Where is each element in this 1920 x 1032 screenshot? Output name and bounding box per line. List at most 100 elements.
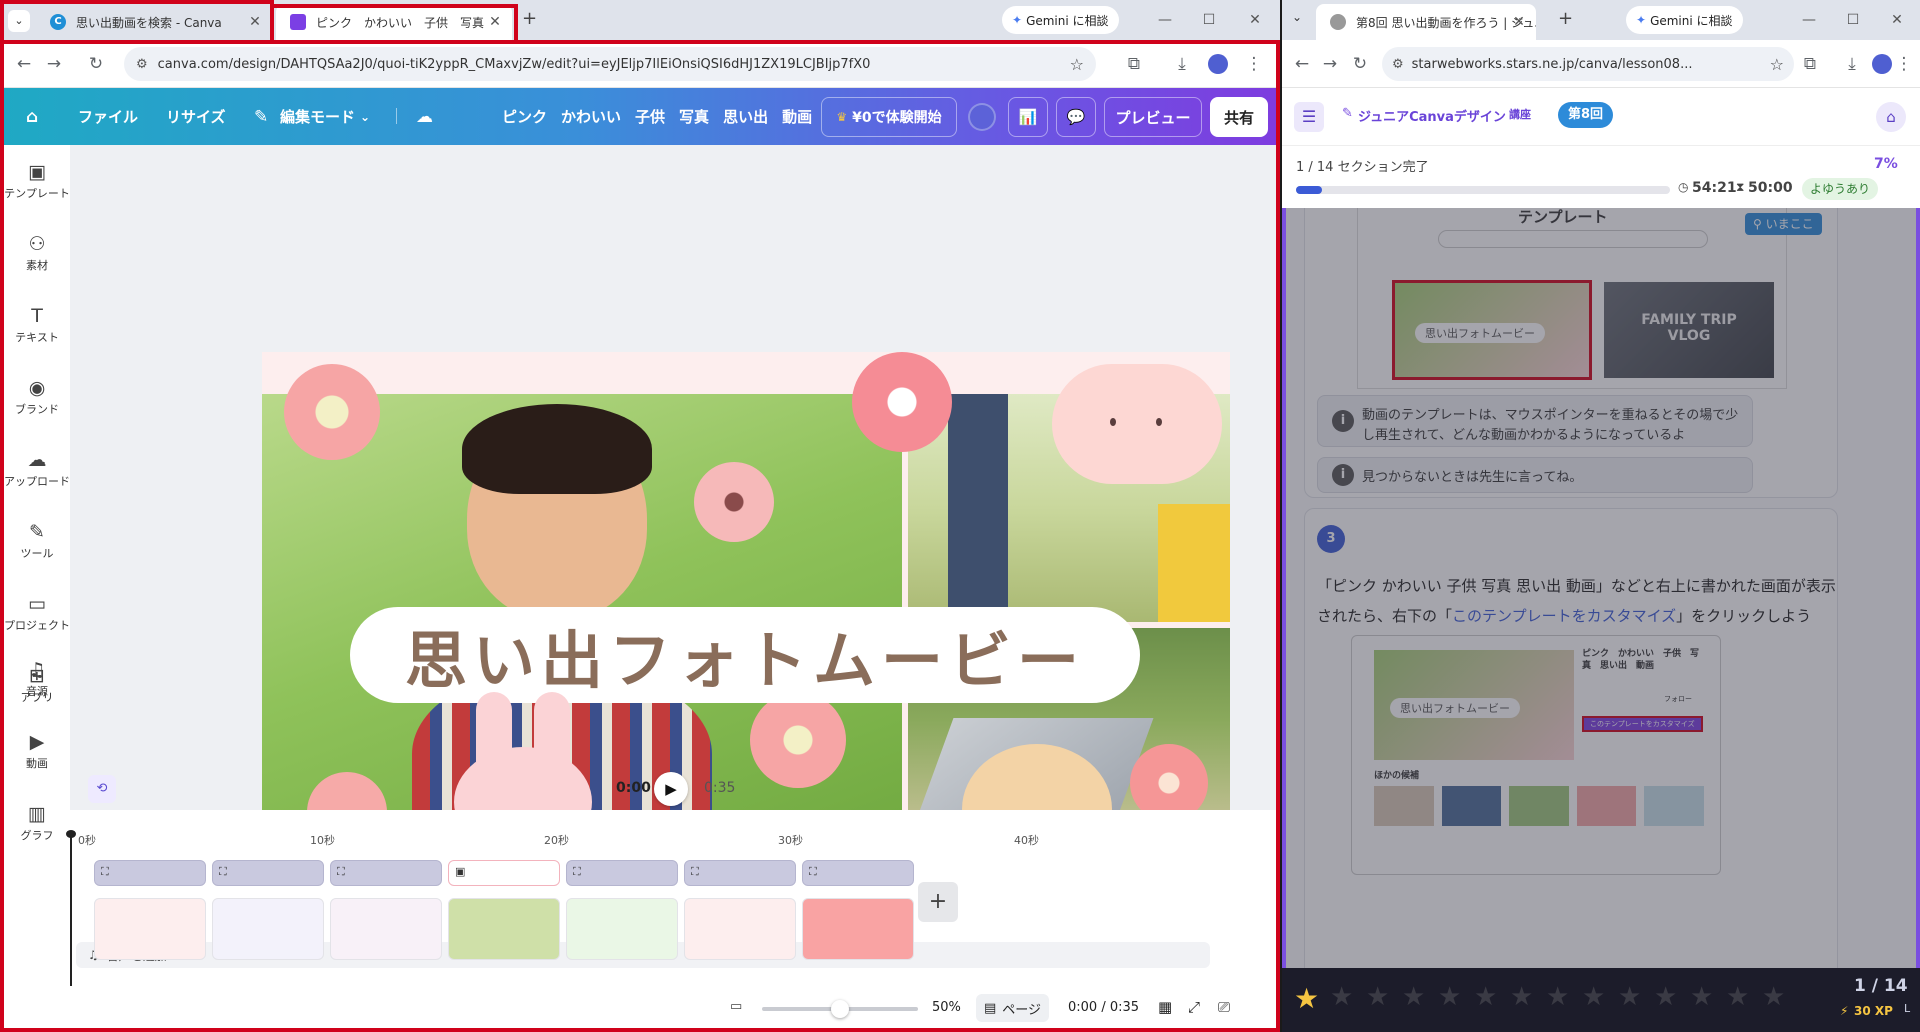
reload-icon[interactable]: ↻ — [1348, 52, 1372, 76]
zoom-slider-thumb[interactable] — [831, 1000, 849, 1018]
bookmark-star-icon[interactable]: ☆ — [1770, 55, 1784, 74]
playhead[interactable] — [70, 836, 72, 986]
minimize-icon[interactable]: — — [1794, 8, 1824, 32]
timeline-clip[interactable]: ⛶ — [212, 860, 324, 886]
title-banner[interactable]: 思い出フォトムービー — [350, 607, 1140, 703]
grid-view-icon[interactable]: ▦ — [1158, 998, 1172, 1016]
timeline-page-thumb[interactable] — [448, 898, 560, 960]
download-icon[interactable]: ⤓ — [1170, 52, 1194, 76]
gemini-button[interactable]: ✦ Gemini に相談 — [1002, 6, 1119, 34]
back-icon[interactable]: ← — [1290, 52, 1314, 76]
home-icon[interactable]: ⌂ — [26, 103, 38, 131]
pages-button[interactable]: ▤ ページ — [976, 994, 1050, 1022]
ruler-label: 30秒 — [778, 834, 803, 847]
maximize-icon[interactable]: ☐ — [1194, 8, 1224, 32]
url-field[interactable]: ⚙ canva.com/design/DAHTQSAa2J0/quoi-tiK2… — [124, 47, 1096, 81]
tab-list-button[interactable]: ⌄ — [8, 10, 30, 32]
download-icon[interactable]: ⤓ — [1840, 52, 1864, 76]
timeline-clip[interactable]: ▣ — [448, 860, 560, 886]
timeline-clip[interactable]: ⛶ — [802, 860, 914, 886]
upload-icon: ☁ — [27, 449, 47, 471]
bookmark-star-icon[interactable]: ☆ — [1070, 55, 1084, 74]
help-icon[interactable]: ⎚ — [1218, 998, 1230, 1016]
sidebar-item-brand[interactable]: ◉ ブランド — [4, 361, 70, 425]
timeline-clip[interactable]: ⛶ — [330, 860, 442, 886]
browser-menu-icon[interactable]: ⋮ — [1242, 52, 1266, 76]
sidebar-item-upload[interactable]: ☁ アップロード — [4, 433, 70, 497]
timeline-page-thumb[interactable] — [566, 898, 678, 960]
timeline-page-thumb[interactable] — [330, 898, 442, 960]
profile-avatar[interactable] — [1872, 54, 1892, 74]
new-tab-icon[interactable]: + — [522, 8, 537, 29]
notes-icon[interactable]: ▭ — [730, 999, 742, 1014]
close-icon[interactable]: ✕ — [246, 13, 264, 31]
gemini-button[interactable]: ✦ Gemini に相談 — [1626, 6, 1743, 34]
chevron-down-icon[interactable]: ⌄ — [360, 103, 370, 131]
timeline-clip[interactable]: ⛶ — [684, 860, 796, 886]
close-icon[interactable]: ✕ — [486, 13, 504, 31]
comment-button[interactable]: 💬 — [1056, 97, 1096, 137]
window-close-icon[interactable]: ✕ — [1882, 8, 1912, 32]
profile-avatar[interactable] — [1208, 54, 1228, 74]
preview-button[interactable]: プレビュー — [1104, 97, 1202, 137]
timeline-page-thumb[interactable] — [802, 898, 914, 960]
minimize-icon[interactable]: — — [1150, 8, 1180, 32]
sidebar-item-elements[interactable]: ⚇ 素材 — [4, 217, 70, 281]
tab-list-button[interactable]: ⌄ — [1292, 10, 1302, 24]
zoom-slider[interactable] — [762, 1000, 918, 1018]
timeline-page-thumb[interactable] — [94, 898, 206, 960]
sidebar-item-label: グラフ — [20, 829, 54, 842]
file-menu[interactable]: ファイル — [78, 103, 138, 131]
cloud-eye — [1110, 418, 1116, 426]
trial-button[interactable]: ♛ ¥0で体験開始 — [821, 97, 957, 137]
share-button[interactable]: 共有 — [1210, 97, 1268, 137]
reload-icon[interactable]: ↻ — [84, 52, 108, 76]
timeline-clip[interactable]: ⛶ — [94, 860, 206, 886]
resize-menu[interactable]: リサイズ — [166, 103, 226, 131]
play-button[interactable]: ▶ — [654, 772, 688, 806]
timeline-clip[interactable]: ⛶ — [566, 860, 678, 886]
ruler-label: 0秒 — [78, 834, 96, 847]
timeline-page-thumb[interactable] — [212, 898, 324, 960]
timeline-page-thumb[interactable] — [684, 898, 796, 960]
sidebar-item-text[interactable]: T テキスト — [4, 289, 70, 353]
cloud-save-icon[interactable]: ☁ — [416, 103, 433, 131]
site-info-icon[interactable]: ⚙ — [136, 57, 148, 72]
browser-menu-icon[interactable]: ⋮ — [1892, 52, 1916, 76]
design-keywords[interactable]: ピンク かわいい 子供 写真 思い出 動画 — [502, 103, 812, 131]
sidebar-item-folder[interactable]: ▭ プロジェクト — [4, 577, 70, 641]
adult-figure-shape — [948, 394, 1008, 622]
sidebar-item-chart[interactable]: ▥ グラフ — [4, 787, 70, 851]
back-icon[interactable]: ← — [12, 52, 36, 76]
edit-mode-menu[interactable]: 編集モード — [280, 103, 355, 131]
analytics-button[interactable]: 📊 — [1008, 97, 1048, 137]
tab-lesson[interactable]: 第8回 思い出動画を作ろう | ジュニ ✕ — [1316, 4, 1536, 40]
sidebar-item-template[interactable]: ▣ テンプレート — [4, 145, 70, 209]
fullscreen-icon[interactable]: ⤢ — [1188, 998, 1200, 1016]
zoom-level[interactable]: 50% — [932, 1000, 961, 1015]
url-field[interactable]: ⚙ starwebworks.stars.ne.jp/canva/lesson0… — [1382, 47, 1794, 81]
forward-icon[interactable]: → — [42, 52, 66, 76]
home-icon[interactable]: ⌂ — [1876, 102, 1906, 132]
tab-canva-search[interactable]: C 思い出動画を検索 - Canva ✕ — [36, 4, 272, 40]
site-info-icon[interactable]: ⚙ — [1392, 57, 1404, 72]
forward-icon[interactable]: → — [1318, 52, 1342, 76]
star-icon[interactable]: ★ — [1294, 982, 1319, 1015]
menu-icon[interactable]: ☰ — [1294, 102, 1324, 132]
sidebar-item-tools[interactable]: ✎ ツール — [4, 505, 70, 569]
user-avatar[interactable] — [968, 103, 996, 131]
magic-sync-icon[interactable]: ⟲ — [88, 775, 116, 803]
right-browser-window: ⌄ 第8回 思い出動画を作ろう | ジュニ ✕ + ✦ Gemini に相談 —… — [1282, 0, 1920, 1032]
design-title-text[interactable]: 思い出フォトムービー — [405, 610, 1085, 700]
tab-canva-design[interactable]: ピンク かわいい 子供 写真 ✕ — [276, 4, 512, 40]
new-tab-icon[interactable]: + — [1558, 8, 1573, 29]
extensions-icon[interactable]: ⧉ — [1122, 52, 1146, 76]
close-icon[interactable]: ✕ — [1510, 13, 1528, 31]
maximize-icon[interactable]: ☐ — [1838, 8, 1868, 32]
add-page-button[interactable]: + — [918, 882, 958, 922]
extensions-icon[interactable]: ⧉ — [1798, 52, 1822, 76]
sidebar-item-video[interactable]: ▶ 動画 — [4, 715, 70, 779]
window-close-icon[interactable]: ✕ — [1240, 8, 1270, 32]
sidebar-item-music[interactable]: ♫ 音源 — [4, 643, 70, 707]
clip-type-icon: ⛶ — [101, 865, 109, 878]
